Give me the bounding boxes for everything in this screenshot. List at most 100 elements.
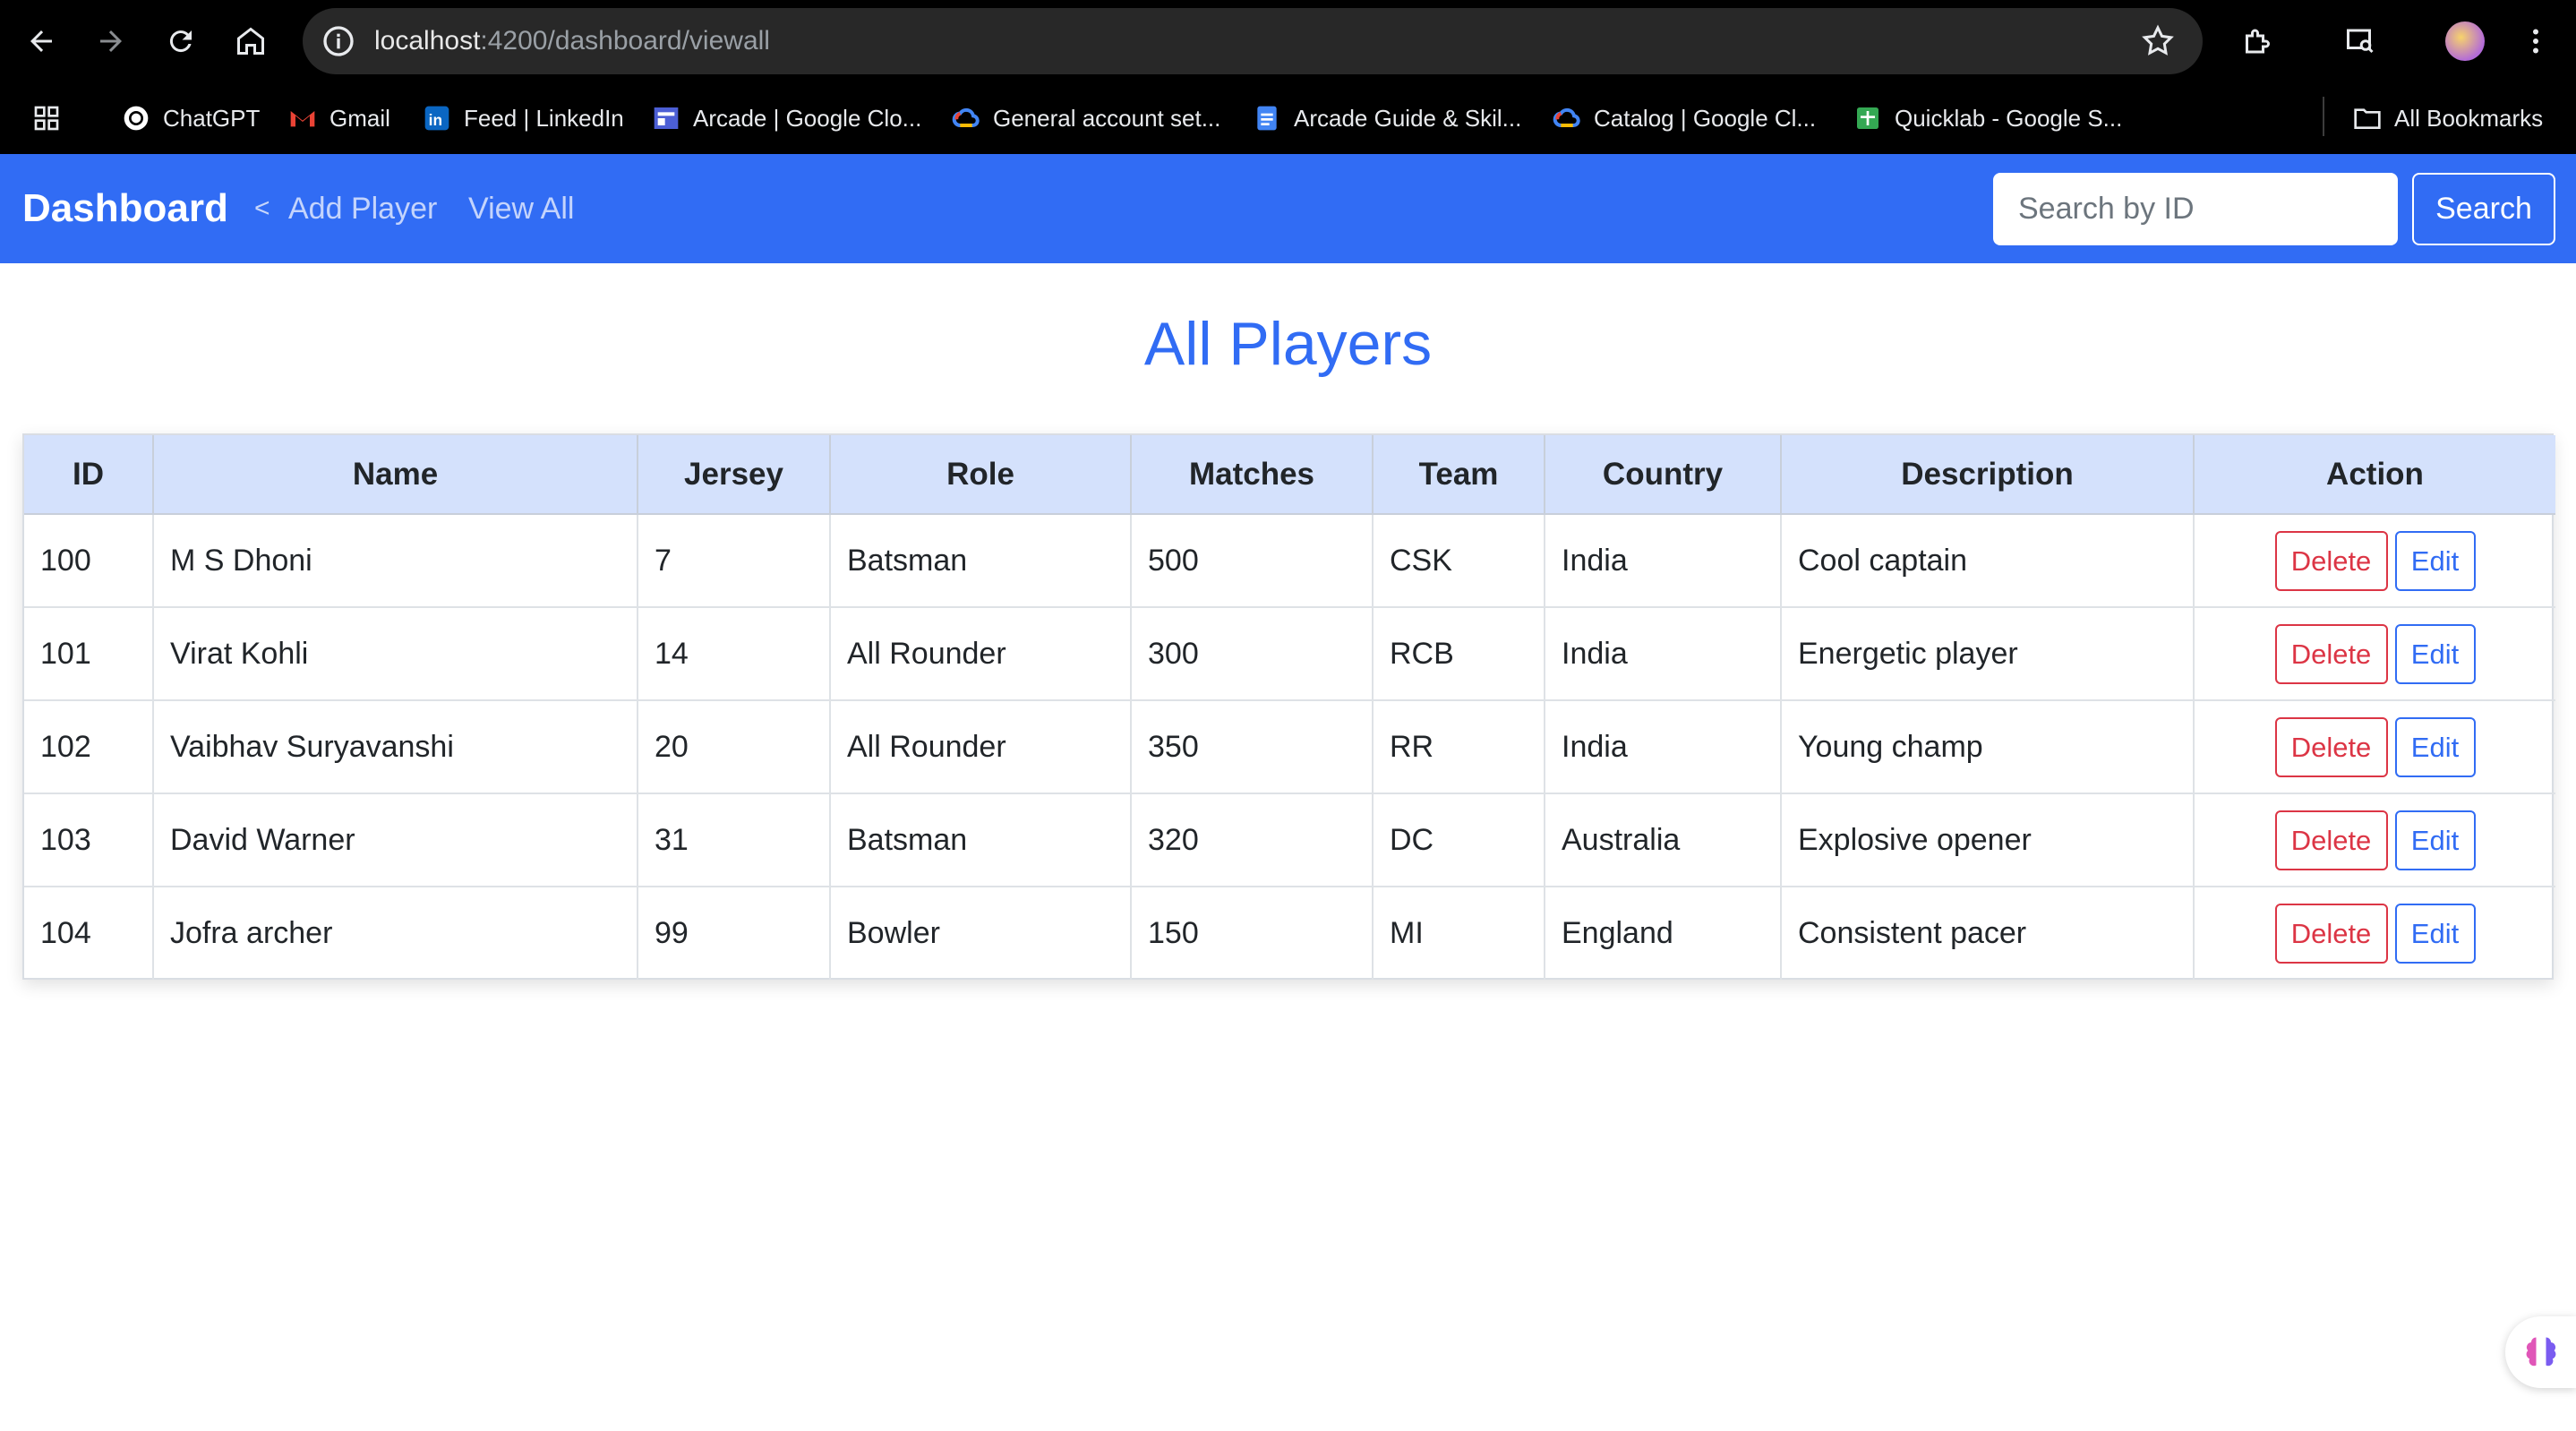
- cell-team: CSK: [1373, 514, 1545, 608]
- cell-id: 104: [24, 887, 154, 980]
- cell-name: David Warner: [153, 793, 638, 887]
- delete-button[interactable]: Delete: [2274, 716, 2388, 777]
- edit-button[interactable]: Edit: [2394, 904, 2476, 964]
- ai-assistant-button[interactable]: [2505, 1316, 2576, 1388]
- cell-action: Delete Edit: [2194, 700, 2555, 794]
- apps-grid-icon: [32, 104, 61, 133]
- cell-matches: 300: [1131, 607, 1374, 701]
- delete-button[interactable]: Delete: [2274, 623, 2388, 684]
- cell-country: India: [1545, 607, 1782, 701]
- cell-action: Delete Edit: [2194, 887, 2555, 980]
- cell-role: Bowler: [830, 887, 1132, 980]
- puzzle-icon: [2246, 29, 2270, 54]
- browser-menu-button[interactable]: [2514, 20, 2557, 63]
- cell-role: All Rounder: [830, 700, 1132, 794]
- cell-description: Energetic player: [1781, 607, 2195, 701]
- cell-action: Delete Edit: [2194, 514, 2555, 608]
- cell-id: 101: [24, 607, 154, 701]
- column-header-jersey: Jersey: [638, 435, 831, 515]
- bookmarks-divider: [2323, 97, 2324, 136]
- tab-search-button[interactable]: [2339, 20, 2382, 63]
- bookmark-catalog[interactable]: Catalog | Google Cl...: [1553, 100, 1816, 136]
- google-cloud-icon: [952, 104, 980, 133]
- table-row: 100 M S Dhoni 7 Batsman 500 CSK India Co…: [24, 514, 2555, 608]
- url-text: localhost:4200/dashboard/viewall: [374, 26, 770, 56]
- bookmark-arcade[interactable]: Arcade | Google Clo...: [652, 100, 921, 136]
- apps-button[interactable]: [32, 100, 73, 136]
- svg-text:in: in: [429, 111, 442, 129]
- kebab-menu-icon: [2533, 29, 2538, 54]
- folder-icon: [2353, 104, 2382, 133]
- brand-dashboard-link[interactable]: Dashboard: [22, 154, 228, 263]
- site-info-icon[interactable]: [321, 23, 356, 59]
- cell-name: Vaibhav Suryavanshi: [153, 700, 638, 794]
- cell-id: 102: [24, 700, 154, 794]
- table-row: 104 Jofra archer 99 Bowler 150 MI Englan…: [24, 887, 2555, 980]
- edit-button[interactable]: Edit: [2394, 810, 2476, 870]
- gmail-icon: [288, 104, 317, 133]
- home-icon: [237, 27, 264, 55]
- cell-name: Virat Kohli: [153, 607, 638, 701]
- bookmark-chatgpt[interactable]: ChatGPT: [122, 100, 260, 136]
- cell-jersey: 31: [638, 793, 831, 887]
- edit-button[interactable]: Edit: [2394, 623, 2476, 684]
- cell-jersey: 7: [638, 514, 831, 608]
- bookmark-arcade-guide[interactable]: Arcade Guide & Skil...: [1253, 100, 1521, 136]
- cell-id: 100: [24, 514, 154, 608]
- reload-button[interactable]: [159, 20, 202, 63]
- bookmark-general-account[interactable]: General account set...: [952, 100, 1220, 136]
- cell-jersey: 20: [638, 700, 831, 794]
- edit-button[interactable]: Edit: [2394, 530, 2476, 591]
- cell-name: M S Dhoni: [153, 514, 638, 608]
- column-header-role: Role: [830, 435, 1132, 515]
- search-by-id-input[interactable]: [1993, 173, 2398, 245]
- cell-team: DC: [1373, 793, 1545, 887]
- cell-matches: 320: [1131, 793, 1374, 887]
- cell-country: India: [1545, 514, 1782, 608]
- cell-jersey: 14: [638, 607, 831, 701]
- cell-action: Delete Edit: [2194, 607, 2555, 701]
- nav-link-view-all[interactable]: View All: [468, 154, 574, 263]
- docs-icon: [1253, 104, 1281, 133]
- table-header-row: ID Name Jersey Role Matches Team Country…: [24, 435, 2555, 515]
- edit-button[interactable]: Edit: [2394, 716, 2476, 777]
- search-button[interactable]: Search: [2412, 173, 2555, 245]
- players-table: ID Name Jersey Role Matches Team Country…: [22, 433, 2555, 980]
- table-row: 102 Vaibhav Suryavanshi 20 All Rounder 3…: [24, 700, 2555, 794]
- cell-name: Jofra archer: [153, 887, 638, 980]
- brain-icon: [2526, 1337, 2556, 1367]
- cell-matches: 350: [1131, 700, 1374, 794]
- screen-search-icon: [2347, 29, 2374, 54]
- cell-matches: 500: [1131, 514, 1374, 608]
- profile-avatar[interactable]: [2445, 21, 2485, 61]
- cell-country: England: [1545, 887, 1782, 980]
- table-row: 103 David Warner 31 Batsman 320 DC Austr…: [24, 793, 2555, 887]
- delete-button[interactable]: Delete: [2274, 530, 2388, 591]
- bookmark-gmail[interactable]: Gmail: [288, 100, 390, 136]
- extensions-button[interactable]: [2235, 20, 2278, 63]
- bookmark-linkedin[interactable]: in Feed | LinkedIn: [423, 100, 624, 136]
- forward-button[interactable]: [90, 20, 133, 63]
- nav-link-add-player[interactable]: Add Player: [288, 154, 437, 263]
- chatgpt-icon: [122, 104, 150, 133]
- cell-team: MI: [1373, 887, 1545, 980]
- delete-button[interactable]: Delete: [2274, 810, 2388, 870]
- home-button[interactable]: [229, 20, 272, 63]
- address-bar[interactable]: localhost:4200/dashboard/viewall: [303, 8, 2203, 74]
- bookmark-quicklab[interactable]: Quicklab - Google S...: [1853, 100, 2122, 136]
- cell-description: Cool captain: [1781, 514, 2195, 608]
- cell-matches: 150: [1131, 887, 1374, 980]
- browser-toolbar: localhost:4200/dashboard/viewall: [0, 0, 2576, 82]
- cell-description: Consistent pacer: [1781, 887, 2195, 980]
- cell-team: RR: [1373, 700, 1545, 794]
- column-header-id: ID: [24, 435, 154, 515]
- linkedin-icon: in: [423, 104, 451, 133]
- delete-button[interactable]: Delete: [2274, 904, 2388, 964]
- bookmark-star-icon[interactable]: [2140, 23, 2176, 59]
- back-button[interactable]: [20, 20, 63, 63]
- cell-role: Batsman: [830, 514, 1132, 608]
- cell-description: Explosive opener: [1781, 793, 2195, 887]
- all-bookmarks-button[interactable]: All Bookmarks: [2353, 100, 2543, 136]
- cell-country: Australia: [1545, 793, 1782, 887]
- sheets-icon: [1853, 104, 1882, 133]
